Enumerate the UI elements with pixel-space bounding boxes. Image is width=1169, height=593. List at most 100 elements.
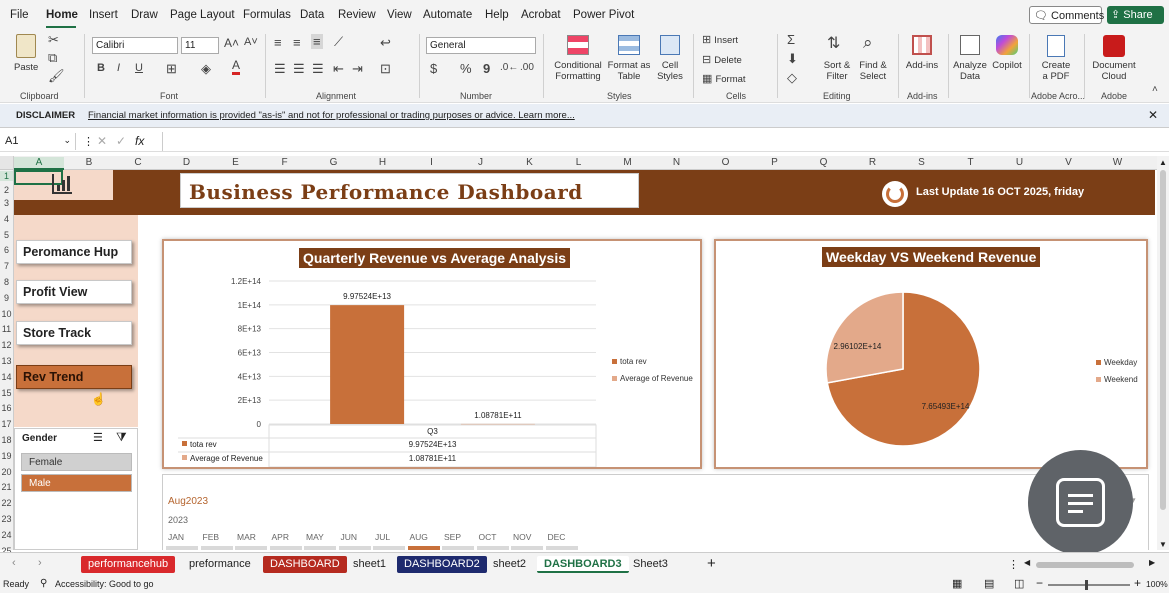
menu-formulas[interactable]: Formulas: [243, 9, 291, 21]
number-format-select[interactable]: General: [426, 37, 536, 54]
normal-view-icon[interactable]: ▦: [952, 577, 962, 590]
timeline-bar-apr[interactable]: [269, 546, 302, 550]
tab-sheet2[interactable]: sheet2: [486, 556, 533, 573]
clear-filter-icon[interactable]: ⧩: [116, 430, 127, 445]
name-box[interactable]: A1 ⌄: [2, 133, 76, 150]
row-header-18[interactable]: 18: [0, 435, 13, 445]
timeline-month-apr[interactable]: APR: [272, 532, 289, 542]
row-header-8[interactable]: 8: [0, 277, 13, 287]
menu-home[interactable]: Home: [46, 9, 78, 21]
scan-text-button[interactable]: [1028, 450, 1133, 555]
currency-icon[interactable]: $: [430, 61, 437, 76]
menu-help[interactable]: Help: [485, 9, 509, 21]
timeline-month-jan[interactable]: JAN: [168, 532, 184, 542]
row-header-21[interactable]: 21: [0, 482, 13, 492]
hscroll-left-icon[interactable]: ◀: [1024, 558, 1030, 567]
zoom-level[interactable]: 100%: [1146, 579, 1168, 589]
row-header-17[interactable]: 17: [0, 419, 13, 429]
conditional-formatting-button[interactable]: Conditional Formatting: [550, 33, 605, 85]
column-header-v[interactable]: V: [1044, 157, 1093, 168]
menu-review[interactable]: Review: [338, 9, 376, 21]
column-header-h[interactable]: H: [358, 157, 407, 168]
row-header-5[interactable]: 5: [0, 230, 13, 240]
timeline-month-oct[interactable]: OCT: [479, 532, 497, 542]
column-header-w[interactable]: W: [1093, 157, 1142, 168]
formula-input[interactable]: [162, 132, 1162, 151]
menu-page-layout[interactable]: Page Layout: [170, 9, 235, 21]
timeline-month-aug[interactable]: AUG: [410, 532, 428, 542]
row-header-13[interactable]: 13: [0, 356, 13, 366]
cancel-icon[interactable]: ✕: [97, 134, 107, 148]
row-header-2[interactable]: 2: [0, 185, 13, 195]
wrap-text-icon[interactable]: ↩: [380, 35, 391, 51]
column-header-a[interactable]: A: [14, 157, 64, 170]
sheet-grid[interactable]: Business Performance Dashboard Last Upda…: [14, 170, 1155, 550]
align-middle-icon[interactable]: ≡: [293, 35, 301, 50]
share-button[interactable]: ⇪ Share: [1107, 6, 1164, 24]
tab-dashboard2[interactable]: DASHBOARD2: [397, 556, 487, 573]
column-header-k[interactable]: K: [505, 157, 554, 168]
timeline-month-nov[interactable]: NOV: [513, 532, 531, 542]
timeline-bar-aug[interactable]: [407, 546, 440, 550]
paste-button[interactable]: Paste: [10, 34, 42, 78]
format-cells-button[interactable]: ▦ Format: [702, 72, 746, 85]
enter-icon[interactable]: ✓: [116, 134, 126, 148]
underline-icon[interactable]: U: [135, 62, 143, 74]
timeline-month-jun[interactable]: JUN: [341, 532, 358, 542]
increase-decimal-icon[interactable]: .0←: [500, 62, 518, 73]
menu-power-pivot[interactable]: Power Pivot: [573, 9, 634, 21]
timeline-bar-jan[interactable]: [166, 546, 198, 550]
nav-button-profit-view[interactable]: Profit View: [16, 280, 132, 304]
row-header-1[interactable]: 1: [0, 171, 13, 181]
accessibility-status[interactable]: Accessibility: Good to go: [55, 579, 154, 589]
decrease-font-icon[interactable]: A˅: [244, 36, 258, 48]
zoom-in-icon[interactable]: +: [1134, 576, 1141, 590]
column-header-d[interactable]: D: [162, 157, 211, 168]
borders-icon[interactable]: ⊞: [166, 61, 177, 77]
zoom-slider[interactable]: [1048, 580, 1130, 590]
merge-center-icon[interactable]: ⊡: [380, 61, 391, 77]
create-pdf-button[interactable]: Create a PDF: [1036, 33, 1076, 85]
copilot-button[interactable]: Copilot: [989, 33, 1025, 85]
add-sheet-icon[interactable]: +: [707, 555, 716, 572]
timeline-month-jul[interactable]: JUL: [375, 532, 390, 542]
autosum-icon[interactable]: Σ: [787, 32, 795, 47]
copy-icon[interactable]: ⧉: [48, 50, 57, 66]
percent-icon[interactable]: %: [460, 61, 472, 76]
next-sheet-icon[interactable]: ›: [38, 557, 42, 569]
column-header-c[interactable]: C: [114, 157, 162, 168]
collapse-ribbon-icon[interactable]: ˄: [1152, 84, 1158, 95]
column-header-r[interactable]: R: [848, 157, 897, 168]
comments-button[interactable]: 🗨 Comments: [1029, 6, 1104, 24]
nav-button-store-track[interactable]: Store Track: [16, 321, 132, 345]
align-right-icon[interactable]: ☰: [312, 61, 324, 77]
menu-insert[interactable]: Insert: [89, 9, 118, 21]
nav-button-peromance-hup[interactable]: Peromance Hup: [16, 240, 132, 264]
row-header-4[interactable]: 4: [0, 214, 13, 224]
tab-preformance[interactable]: preformance: [182, 556, 258, 573]
row-header-23[interactable]: 23: [0, 514, 13, 524]
row-header-7[interactable]: 7: [0, 261, 13, 271]
timeline-month-feb[interactable]: FEB: [203, 532, 220, 542]
page-break-view-icon[interactable]: ◫: [1014, 577, 1024, 590]
document-cloud-button[interactable]: Document Cloud: [1090, 33, 1138, 85]
insert-cells-button[interactable]: ⊞ Insert: [702, 33, 738, 46]
row-header-19[interactable]: 19: [0, 451, 13, 461]
column-header-g[interactable]: G: [309, 157, 358, 168]
page-layout-view-icon[interactable]: ▤: [984, 577, 994, 590]
timeline-month-dec[interactable]: DEC: [548, 532, 566, 542]
bold-icon[interactable]: B: [97, 62, 105, 74]
prev-sheet-icon[interactable]: ‹: [12, 557, 16, 569]
font-name-select[interactable]: Calibri: [92, 37, 178, 54]
column-header-j[interactable]: J: [456, 157, 505, 168]
tab-sheet3[interactable]: Sheet3: [626, 556, 675, 573]
tab-options-icon[interactable]: ⋮: [1008, 558, 1019, 571]
addins-button[interactable]: Add-ins: [905, 33, 939, 85]
insert-function-icon[interactable]: fx: [135, 134, 144, 148]
vertical-scrollbar[interactable]: ▲ ▼: [1157, 156, 1169, 550]
timeline-bar-may[interactable]: [304, 546, 336, 550]
column-header-p[interactable]: P: [750, 157, 799, 168]
column-header-o[interactable]: O: [701, 157, 750, 168]
row-header-11[interactable]: 11: [0, 324, 13, 334]
increase-indent-icon[interactable]: ⇥: [352, 61, 363, 77]
